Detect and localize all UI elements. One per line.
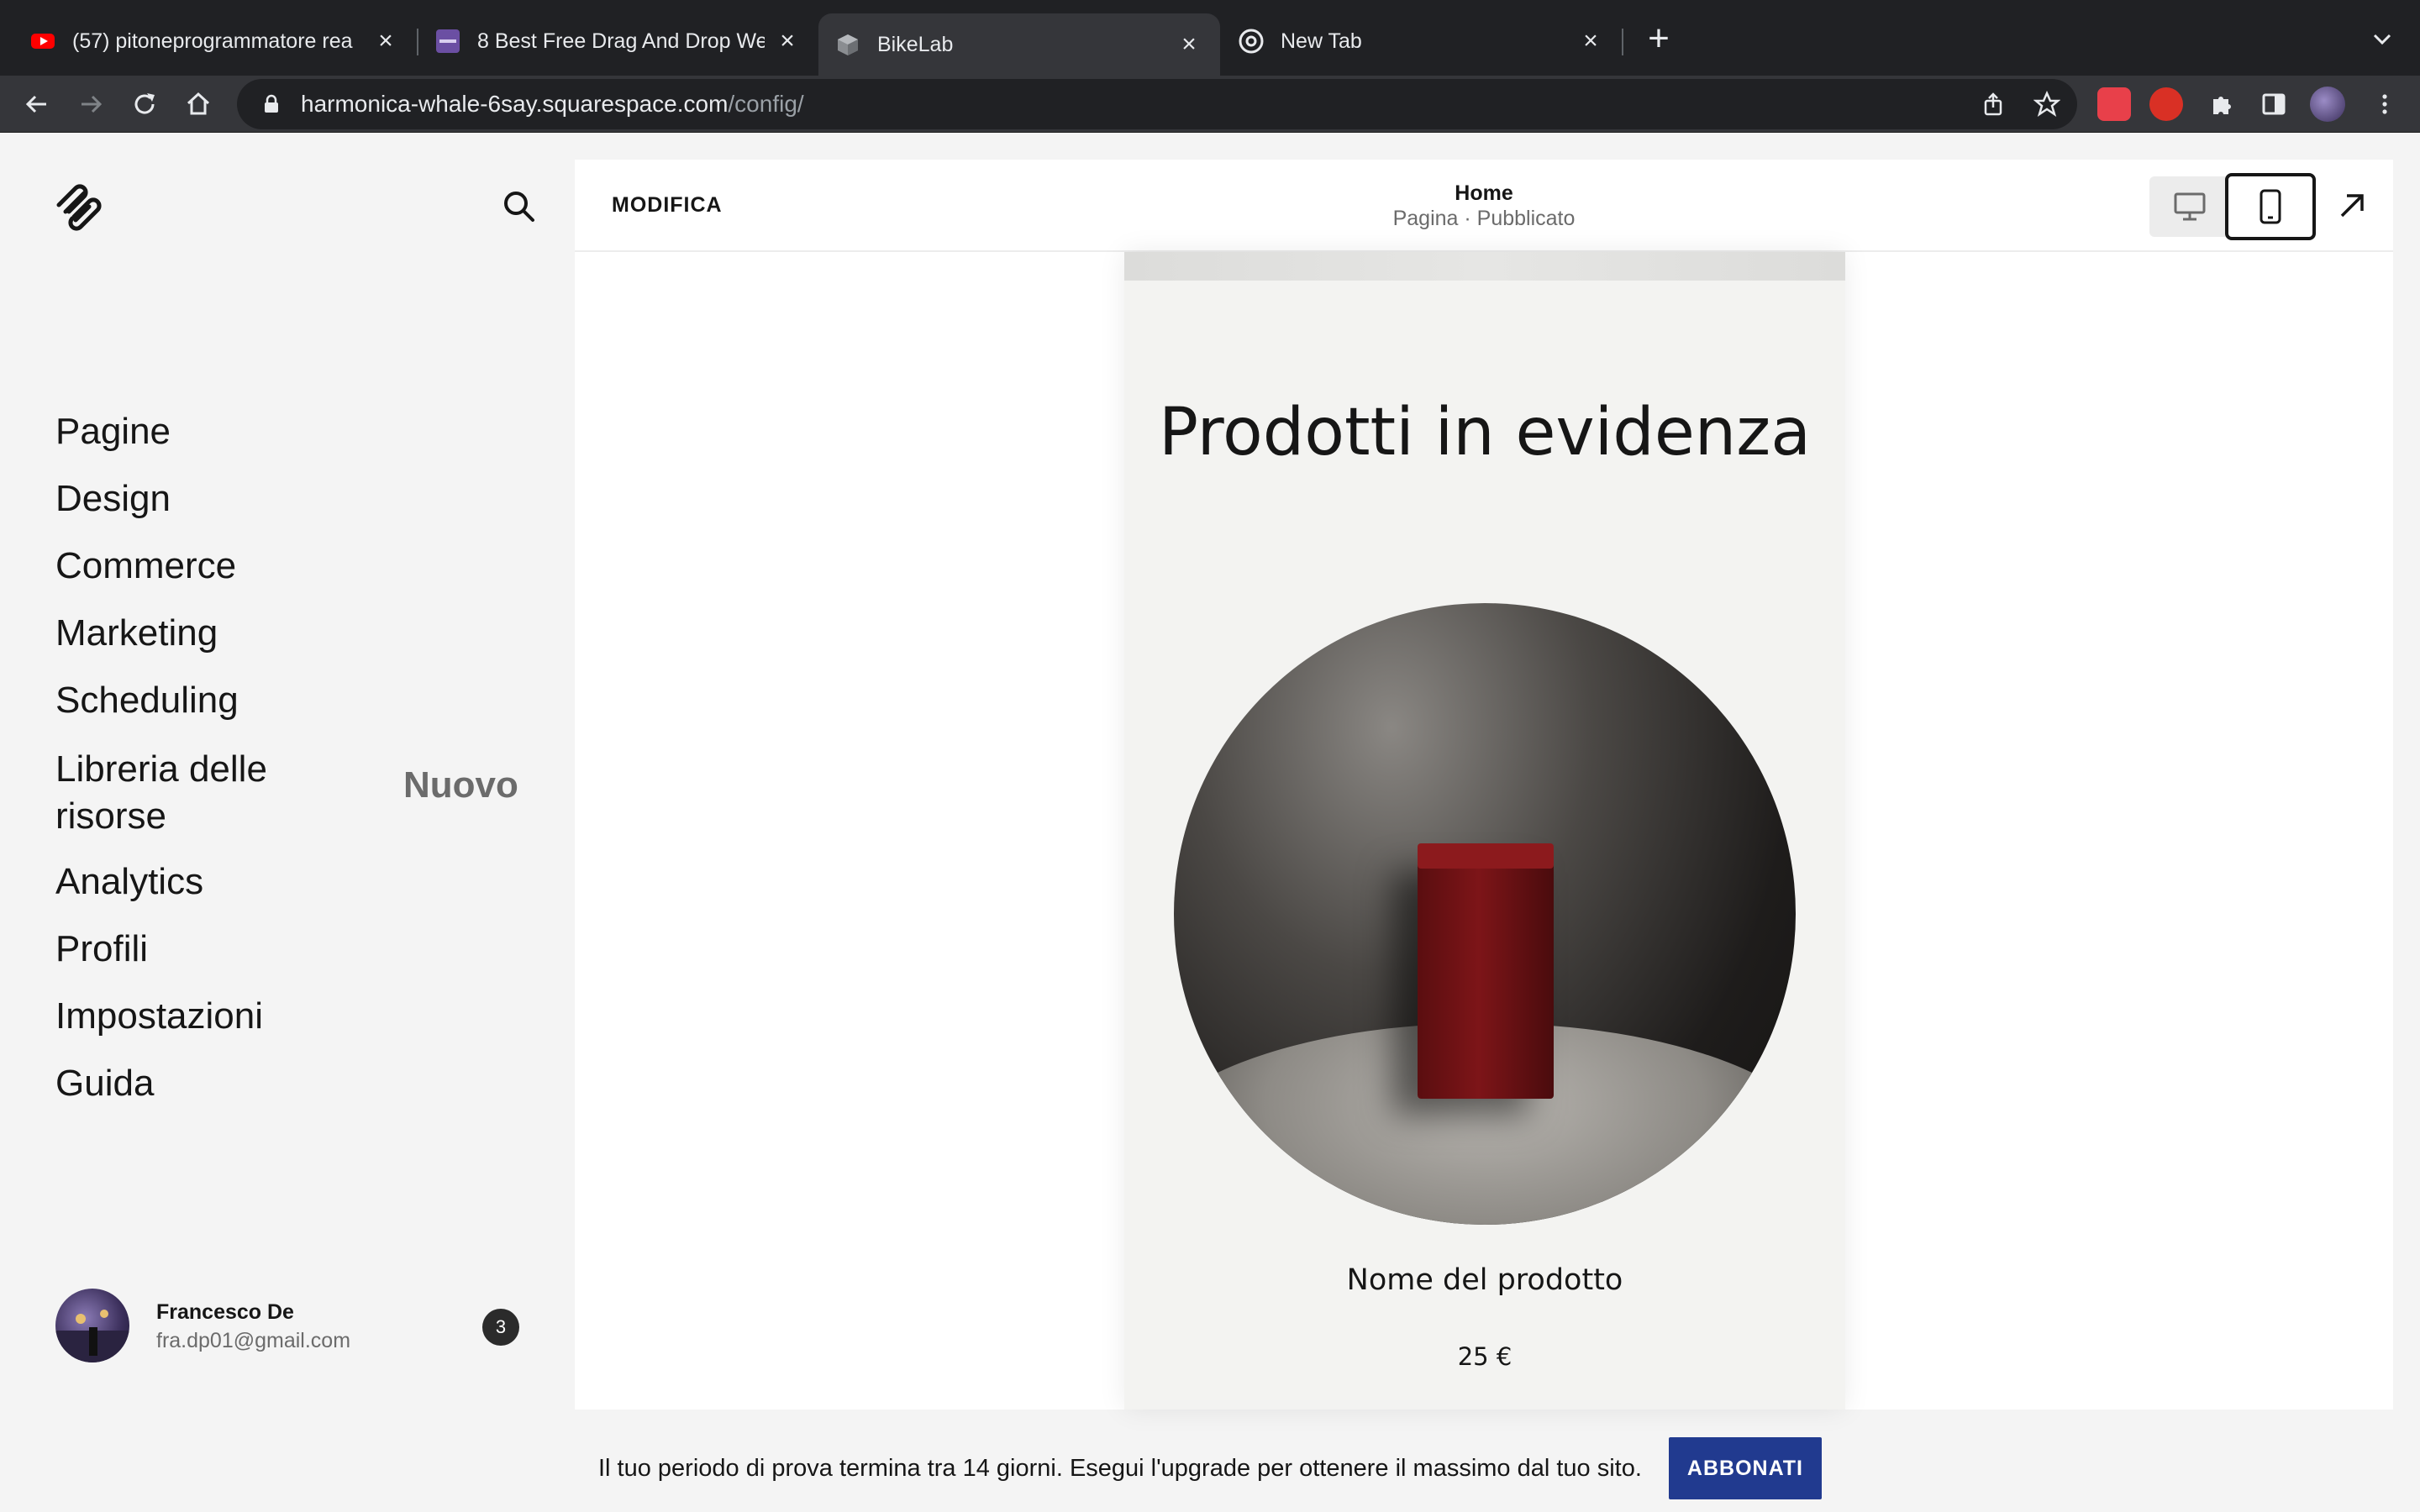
sidebar-item-pagine[interactable]: Pagine	[55, 398, 308, 465]
url-text: harmonica-whale-6say.squarespace.com/con…	[301, 91, 804, 118]
mobile-phone-icon	[2260, 189, 2281, 224]
browser-toolbar: harmonica-whale-6say.squarespace.com/con…	[0, 76, 2420, 133]
sidebar-nav: Pagine Design Commerce Marketing Schedul…	[55, 398, 308, 1117]
open-site-button[interactable]	[2331, 185, 2373, 227]
reload-button[interactable]	[126, 86, 163, 123]
chrome-icon	[1239, 29, 1264, 54]
reload-icon	[134, 93, 155, 114]
trial-message: Il tuo periodo di prova termina tra 14 g…	[597, 1454, 1642, 1482]
extensions-button[interactable]	[2203, 86, 2240, 123]
close-tab-icon[interactable]: ×	[373, 27, 398, 55]
browser-tab-colorlib[interactable]: 8 Best Free Drag And Drop We ×	[418, 13, 818, 69]
new-tab-button[interactable]: +	[1642, 20, 1676, 57]
user-email: fra.dp01@gmail.com	[156, 1329, 351, 1352]
tab-title: BikeLab	[877, 32, 954, 56]
extension-hand-icon[interactable]	[2149, 87, 2183, 121]
sidebar-item-scheduling[interactable]: Scheduling	[55, 667, 308, 734]
mobile-preview-frame[interactable]: Prodotti in evidenza Nome del prodotto 2…	[1124, 252, 1845, 1410]
side-panel-button[interactable]	[2255, 86, 2292, 123]
url-host: harmonica-whale-6say.squarespace.com	[301, 91, 729, 117]
sidebar-item-marketing[interactable]: Marketing	[55, 600, 308, 667]
search-icon[interactable]	[501, 188, 536, 223]
address-bar[interactable]: harmonica-whale-6say.squarespace.com/con…	[237, 79, 2077, 129]
squarespace-sidebar: Pagine Design Commerce Marketing Schedul…	[0, 133, 575, 1512]
sidebar-item-guida[interactable]: Guida	[55, 1050, 308, 1117]
close-tab-icon[interactable]: ×	[1176, 30, 1202, 58]
profile-button[interactable]	[2309, 86, 2346, 123]
back-button[interactable]	[18, 86, 55, 123]
product-price: 25 €	[1457, 1342, 1512, 1371]
sidebar-item-profili[interactable]: Profili	[55, 916, 308, 983]
product-red-block	[1418, 855, 1554, 1099]
star-icon	[2033, 91, 2060, 117]
user-account[interactable]: Francesco De fra.dp01@gmail.com 3	[55, 1289, 526, 1364]
product-image[interactable]	[1174, 603, 1796, 1225]
chevron-down-icon[interactable]	[2368, 25, 2396, 54]
arrow-up-right-icon	[2340, 194, 2364, 218]
share-button[interactable]	[1975, 86, 2012, 123]
page-status: Pagina · Pubblicato	[1392, 207, 1576, 230]
browser-tab-bar: (57) pitoneprogrammatore rea × 8 Best Fr…	[0, 0, 2420, 76]
mobile-view-button[interactable]	[2225, 173, 2316, 240]
browser-tab-bikelab[interactable]: BikeLab ×	[818, 13, 1220, 76]
tab-title: (57) pitoneprogrammatore rea	[72, 29, 353, 53]
tab-title: 8 Best Free Drag And Drop We	[477, 29, 765, 53]
avatar-photo	[55, 1310, 129, 1362]
avatar[interactable]	[55, 1289, 129, 1362]
desktop-icon	[2174, 192, 2206, 221]
puzzle-icon	[2213, 97, 2231, 114]
page-title: Home	[1455, 181, 1513, 205]
squarespace-logo-icon[interactable]	[52, 180, 106, 234]
site-editor: MODIFICA Home Pagina · Pubblicato Prodot…	[575, 160, 2393, 1410]
desktop-view-button[interactable]	[2149, 176, 2230, 237]
subscribe-button[interactable]: ABBONATI	[1668, 1437, 1822, 1499]
url-path: /config/	[728, 91, 804, 117]
previous-section-strip	[1124, 252, 1845, 281]
youtube-icon	[31, 34, 55, 49]
home-button[interactable]	[180, 86, 217, 123]
sidebar-item-libreria-risorse[interactable]: Libreria delle risorse	[55, 734, 308, 848]
close-tab-icon[interactable]: ×	[1578, 27, 1603, 55]
sidebar-item-impostazioni[interactable]: Impostazioni	[55, 983, 308, 1050]
featured-products-heading[interactable]: Prodotti in evidenza	[1124, 395, 1845, 470]
user-name: Francesco De	[156, 1300, 294, 1324]
sidebar-item-design[interactable]: Design	[55, 465, 308, 533]
home-icon	[187, 92, 210, 115]
squarespace-cube-icon	[838, 34, 858, 55]
browser-tab-newtab[interactable]: New Tab ×	[1222, 13, 1622, 69]
editor-header: MODIFICA Home Pagina · Pubblicato	[575, 160, 2393, 252]
share-icon	[1984, 92, 2002, 116]
browser-tab-youtube[interactable]: (57) pitoneprogrammatore rea ×	[0, 13, 417, 69]
tab-separator	[1622, 29, 1623, 55]
browser-menu-button[interactable]	[2366, 86, 2403, 123]
new-badge: Nuovo	[403, 764, 518, 806]
close-tab-icon[interactable]: ×	[775, 27, 800, 55]
extension-calendar-icon[interactable]	[2097, 87, 2131, 121]
forward-button[interactable]	[72, 86, 109, 123]
sidebar-item-commerce[interactable]: Commerce	[55, 533, 308, 600]
colorlib-icon	[436, 29, 460, 53]
bookmark-button[interactable]	[2028, 86, 2065, 123]
side-panel-icon	[2262, 93, 2286, 115]
lock-icon[interactable]	[260, 93, 282, 115]
product-red-block-top	[1418, 843, 1554, 869]
arrow-left-icon	[25, 95, 46, 113]
sidebar-item-analytics[interactable]: Analytics	[55, 848, 308, 916]
arrow-right-icon	[82, 95, 103, 113]
profile-avatar	[2310, 87, 2345, 122]
notification-count-badge[interactable]: 3	[482, 1309, 519, 1346]
trial-banner: Il tuo periodo di prova termina tra 14 g…	[0, 1425, 2420, 1512]
tab-title: New Tab	[1281, 29, 1362, 53]
product-name[interactable]: Nome del prodotto	[1124, 1263, 1845, 1297]
more-vertical-icon	[2382, 94, 2387, 114]
